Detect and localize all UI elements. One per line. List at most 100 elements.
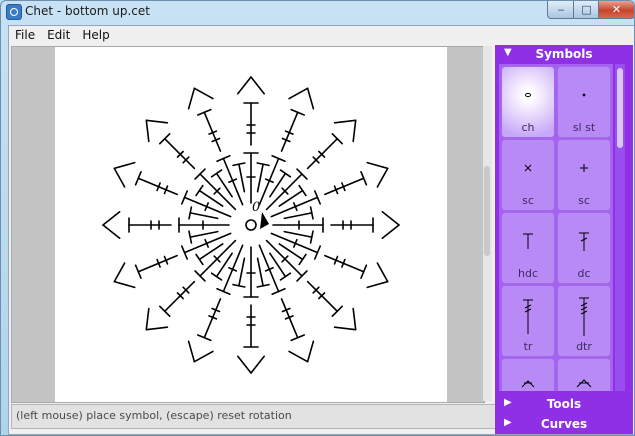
menu-file[interactable]: File: [9, 26, 41, 45]
stitch-mark: [333, 119, 357, 124]
stitch-mark: [306, 137, 339, 170]
menu-help[interactable]: Help: [76, 26, 115, 45]
stitch-mark: [306, 340, 315, 363]
stitch-mark: [187, 87, 196, 110]
minimize-icon: ‒: [557, 3, 565, 16]
cluster-symbol-icon: [521, 380, 535, 388]
stitch-mark: [195, 253, 204, 266]
stitch-mark: [145, 307, 150, 331]
stitch-mark: [333, 326, 357, 331]
stitch-mark: [366, 161, 389, 170]
client-area: File Edit Help 0 (left mouse) place symb…: [8, 25, 634, 435]
stitch-mark: [366, 280, 389, 289]
stitch-mark: [187, 340, 196, 363]
curves-header[interactable]: ▶ Curves: [495, 415, 633, 433]
canvas-scrollbar[interactable]: [483, 46, 492, 401]
stitch-mark: [280, 298, 299, 339]
stitch-mark: [203, 111, 222, 152]
title-bar[interactable]: Chet - bottom up.cet: [1, 1, 634, 23]
stitch-mark: [145, 119, 150, 143]
stitch-mark: [306, 87, 315, 110]
stitch-mark: [288, 350, 309, 363]
stitch-mark: [376, 167, 389, 188]
crochet-diagram[interactable]: 0: [55, 47, 447, 402]
double-treble-crochet-icon: [579, 297, 589, 336]
symbols-header[interactable]: ▼ Symbols: [495, 45, 633, 63]
stitch-mark: [256, 163, 264, 193]
stitch-mark: [189, 230, 219, 238]
palette-scrollbar[interactable]: [615, 64, 625, 391]
stitch-mark: [288, 87, 309, 100]
scrollbar-thumb[interactable]: [484, 166, 490, 256]
cluster-symbol-icon: [576, 379, 592, 388]
stitch-mark: [137, 177, 178, 196]
close-icon: ✕: [611, 3, 622, 16]
symbol-sc-x[interactable]: sc: [501, 139, 555, 211]
minimize-button[interactable]: ‒: [547, 1, 575, 19]
stitch-mark: [210, 169, 223, 178]
stitch-mark: [193, 87, 214, 100]
stitch-mark: [113, 262, 126, 283]
stitch-mark: [137, 254, 178, 273]
stitch-mark: [145, 119, 169, 124]
stitch-mark: [279, 169, 292, 178]
symbol-dc[interactable]: dc: [557, 212, 611, 284]
half-double-crochet-icon: [523, 233, 533, 249]
app-window: Chet - bottom up.cet ‒ □ ✕ File Edit Hel…: [0, 0, 635, 436]
tools-header[interactable]: ▶ Tools: [495, 395, 633, 413]
stitch-mark: [250, 355, 265, 374]
menu-bar: File Edit Help: [9, 26, 495, 45]
stitch-mark: [163, 280, 196, 313]
stitch-mark: [113, 161, 136, 170]
maximize-button[interactable]: □: [573, 1, 600, 19]
stitch-mark: [237, 76, 252, 95]
stitch-mark: [250, 76, 265, 95]
symbol-sc-plus[interactable]: sc: [557, 139, 611, 211]
slip-stitch-symbol-icon: [582, 93, 586, 97]
stitch-mark: [265, 239, 303, 277]
symbol-partial-1[interactable]: [501, 358, 555, 391]
stitch-mark: [102, 211, 121, 226]
stitch-mark: [189, 212, 219, 220]
double-crochet-icon: [579, 232, 589, 251]
stitch-mark: [381, 224, 400, 239]
palette-scrollbar-thumb[interactable]: [617, 68, 623, 148]
single-crochet-plus-icon: [580, 164, 588, 172]
chain-symbol-icon: [525, 92, 531, 98]
symbol-hdc[interactable]: hdc: [501, 212, 555, 284]
stitch-mark: [280, 111, 299, 152]
symbol-dtr[interactable]: dtr: [557, 285, 611, 357]
stitch-mark: [195, 184, 204, 197]
symbol-palette: ch sl st sc sc hdc dc tr dtr: [499, 64, 613, 391]
stitch-mark: [193, 350, 214, 363]
stitch-mark: [324, 254, 365, 273]
stitch-mark: [324, 177, 365, 196]
stitch-mark: [352, 307, 357, 331]
menu-edit[interactable]: Edit: [41, 26, 76, 45]
treble-crochet-icon: [523, 299, 533, 334]
stitch-mark: [199, 173, 237, 211]
canvas-area[interactable]: 0: [11, 46, 485, 403]
status-bar: (left mouse) place symbol, (escape) rese…: [11, 404, 496, 429]
chart-paper[interactable]: 0: [55, 47, 447, 402]
maximize-icon: □: [581, 3, 592, 16]
stitch-mark: [298, 184, 307, 197]
stitch-mark: [279, 272, 292, 281]
stitch-mark: [265, 173, 303, 211]
stitch-mark: [238, 163, 246, 193]
stitch-mark: [381, 211, 400, 226]
stitch-mark: [256, 257, 264, 287]
stitch-mark: [238, 257, 246, 287]
chet-app-icon: [6, 4, 22, 20]
stitch-mark: [199, 239, 237, 277]
stitch-mark: [306, 280, 339, 313]
center-ring-icon: [245, 219, 257, 231]
symbol-sl-st[interactable]: sl st: [557, 66, 611, 138]
status-text: (left mouse) place symbol, (escape) rese…: [16, 409, 292, 422]
symbol-tr[interactable]: tr: [501, 285, 555, 357]
symbol-partial-2[interactable]: [557, 358, 611, 391]
symbol-ch[interactable]: ch: [501, 66, 555, 138]
stitch-mark: [210, 272, 223, 281]
close-button[interactable]: ✕: [598, 1, 634, 19]
stitch-mark: [145, 326, 169, 331]
